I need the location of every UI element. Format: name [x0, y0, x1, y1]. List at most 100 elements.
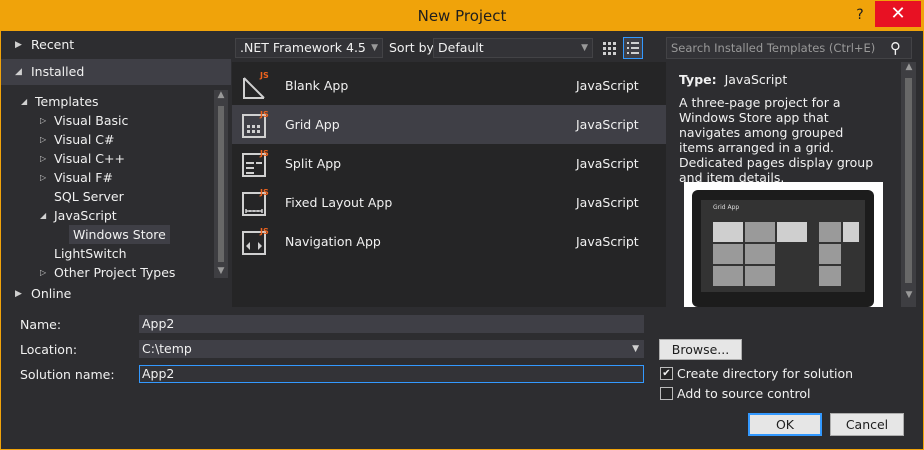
dialog-title: New Project	[417, 7, 507, 25]
template-description: A three-page project for a Windows Store…	[679, 95, 874, 185]
expand-icon[interactable]: ▷	[40, 168, 46, 187]
collapse-icon[interactable]: ◢	[40, 206, 46, 225]
tablet-frame: Grid App	[692, 190, 874, 307]
tree-item-label: LightSwitch	[54, 246, 127, 261]
template-language: JavaScript	[576, 78, 639, 93]
section-installed-label: Installed	[31, 64, 85, 79]
create-directory-label: Create directory for solution	[677, 366, 854, 381]
tree-item-label: Visual Basic	[54, 113, 129, 128]
section-recent[interactable]: ▶ Recent	[1, 32, 231, 58]
svg-text:JS: JS	[259, 149, 269, 158]
sort-label: Sort by:	[389, 40, 438, 55]
section-online-label: Online	[31, 286, 72, 301]
expand-icon[interactable]: ▷	[40, 111, 46, 130]
chevron-down-icon: ▼	[371, 43, 378, 53]
tree-item-label: Other Project Types	[54, 265, 176, 280]
tree-scrollbar[interactable]: ▲ ▼	[214, 90, 228, 278]
section-installed[interactable]: ◢ Installed	[1, 59, 231, 85]
details-scrollbar[interactable]: ▲ ▼	[901, 62, 916, 307]
browse-button[interactable]: Browse...	[659, 339, 742, 360]
scroll-up-icon[interactable]: ▲	[901, 62, 917, 72]
close-button[interactable]: ✕	[875, 1, 921, 27]
tree-item[interactable]: ◢ JavaScript	[40, 206, 117, 225]
template-name: Navigation App	[285, 234, 381, 249]
tree-item[interactable]: ▷ Visual F#	[40, 168, 113, 187]
template-list: JS Blank App JavaScript JS Grid App JavaScrip…	[232, 62, 666, 307]
list-view-icon	[627, 42, 639, 54]
sort-dropdown[interactable]: Default ▼	[433, 38, 593, 58]
split-app-icon: JS	[240, 148, 272, 178]
preview-tile	[713, 222, 743, 242]
template-preview-image: Grid App	[684, 182, 883, 307]
title-bar: New Project ? ✕	[1, 1, 923, 31]
chevron-down-icon[interactable]: ▼	[632, 341, 639, 357]
expand-right-icon: ▶	[15, 40, 22, 50]
location-combobox[interactable]: C:\temp ▼	[139, 340, 644, 358]
svg-text:JS: JS	[259, 110, 269, 119]
template-row[interactable]: JS Fixed Layout App JavaScript	[232, 183, 666, 222]
list-view-button[interactable]	[623, 37, 643, 59]
template-row[interactable]: JS Blank App JavaScript	[232, 66, 666, 105]
type-label: Type:	[679, 72, 717, 87]
tree-item[interactable]: ▷ Visual C++	[40, 149, 125, 168]
tree-item[interactable]: ◢ Templates	[21, 92, 99, 111]
tree-scroll-thumb[interactable]	[218, 106, 224, 262]
tree-item[interactable]: ▷ Visual C#	[40, 130, 115, 149]
tree-item-label: Visual C++	[54, 151, 125, 166]
preview-tile	[745, 222, 775, 242]
location-value: C:\temp	[142, 341, 192, 356]
preview-tile	[843, 222, 859, 242]
solution-name-input[interactable]: App2	[139, 365, 644, 383]
tree-item[interactable]: SQL Server	[54, 187, 124, 206]
solution-name-label: Solution name:	[20, 367, 115, 382]
preview-screen: Grid App	[701, 200, 865, 292]
search-icon[interactable]: ⚲	[890, 39, 901, 57]
grid-app-icon: JS	[240, 109, 272, 139]
cancel-button[interactable]: Cancel	[830, 413, 904, 436]
tree-item-label: SQL Server	[54, 189, 124, 204]
scroll-up-icon[interactable]: ▲	[213, 90, 229, 100]
expand-icon[interactable]: ▷	[40, 263, 46, 282]
collapse-down-icon: ◢	[15, 67, 22, 77]
preview-tile	[819, 266, 841, 286]
tile-view-button[interactable]	[600, 37, 620, 59]
details-scroll-thumb[interactable]	[905, 78, 912, 283]
add-source-control-checkbox[interactable]	[660, 387, 673, 400]
name-input[interactable]: App2	[139, 315, 644, 333]
template-row[interactable]: JS Split App JavaScript	[232, 144, 666, 183]
sort-value: Default	[438, 40, 484, 55]
template-row[interactable]: JS Grid App JavaScript	[232, 105, 666, 144]
tree-item[interactable]: Windows Store	[69, 225, 170, 244]
template-name: Grid App	[285, 117, 340, 132]
ok-button[interactable]: OK	[748, 413, 822, 436]
preview-tile	[777, 222, 807, 242]
scroll-down-icon[interactable]: ▼	[901, 290, 917, 300]
name-label: Name:	[20, 317, 62, 332]
tree-item[interactable]: ▷ Visual Basic	[40, 111, 129, 130]
template-type: Type: JavaScript	[679, 72, 787, 87]
template-tree: ◢ Templates ▷ Visual Basic ▷ Visual C# ▷ Visual…	[1, 90, 214, 310]
location-label: Location:	[20, 342, 78, 357]
template-categories-panel: ▶ Recent ◢ Installed ◢ Templates ▷ Visual B…	[1, 32, 231, 307]
svg-text:JS: JS	[259, 227, 269, 236]
template-language: JavaScript	[576, 156, 639, 171]
template-row[interactable]: JS Navigation App JavaScript	[232, 222, 666, 261]
section-online[interactable]: ▶ Online	[1, 281, 231, 307]
search-templates-input[interactable]: Search Installed Templates (Ctrl+E) ⚲	[666, 37, 912, 59]
collapse-icon[interactable]: ◢	[21, 92, 27, 111]
section-recent-label: Recent	[31, 37, 75, 52]
tree-item[interactable]: ▷ Other Project Types	[40, 263, 176, 282]
framework-dropdown[interactable]: .NET Framework 4.5 ▼	[235, 38, 383, 58]
tile-view-icon	[603, 42, 616, 55]
help-button[interactable]: ?	[846, 3, 874, 27]
framework-value: .NET Framework 4.5	[240, 40, 366, 55]
scroll-down-icon[interactable]: ▼	[213, 266, 229, 276]
type-value: JavaScript	[724, 72, 788, 87]
create-directory-checkbox[interactable]: ✔	[660, 367, 673, 380]
expand-icon[interactable]: ▷	[40, 149, 46, 168]
template-language: JavaScript	[576, 195, 639, 210]
expand-icon[interactable]: ▷	[40, 130, 46, 149]
tree-item[interactable]: LightSwitch	[54, 244, 127, 263]
tree-item-label: Templates	[35, 94, 99, 109]
blank-app-icon: JS	[240, 70, 272, 100]
